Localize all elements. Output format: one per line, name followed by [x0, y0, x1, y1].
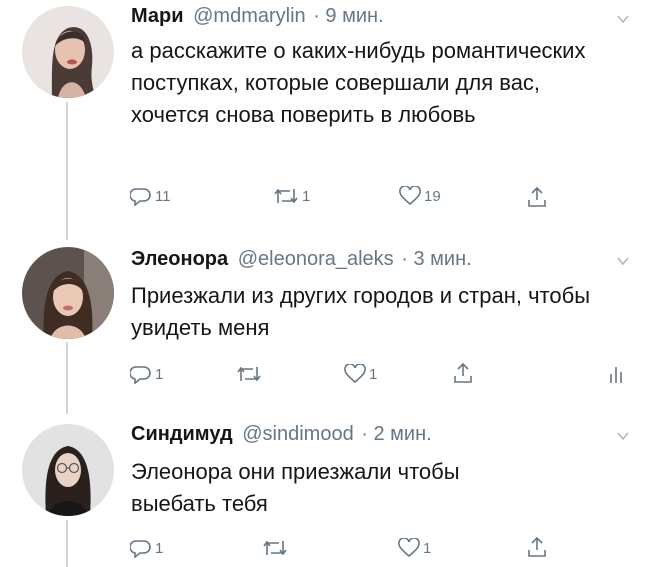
avatar[interactable]: [22, 247, 114, 339]
username[interactable]: @sindimood: [242, 423, 353, 445]
display-name[interactable]: Синдимуд: [131, 423, 233, 445]
reply-icon: [130, 366, 151, 384]
share-icon: [528, 536, 546, 557]
analytics-icon: [610, 367, 622, 383]
tweet-header: Элеонора @eleonora_aleks · 3 мин.: [131, 248, 472, 271]
reply-button[interactable]: 1: [130, 538, 163, 558]
tweet-header: Мари @mdmarylin · 9 мин.: [131, 5, 384, 28]
reply-button[interactable]: 1: [130, 364, 163, 384]
retweet-button[interactable]: [262, 538, 291, 558]
like-count: 1: [423, 539, 432, 557]
retweet-icon: [237, 366, 261, 382]
share-icon: [454, 362, 472, 383]
timestamp[interactable]: · 2 мин.: [361, 423, 431, 445]
like-button[interactable]: 1: [398, 538, 431, 558]
retweet-icon: [274, 188, 298, 204]
like-button[interactable]: 19: [399, 186, 441, 206]
thread-line: [66, 520, 68, 567]
retweet-button[interactable]: [236, 364, 265, 384]
chevron-down-icon[interactable]: [616, 429, 630, 443]
username[interactable]: @eleonora_aleks: [238, 248, 394, 270]
analytics-button[interactable]: [608, 364, 624, 384]
reply-icon: [130, 188, 151, 206]
display-name[interactable]: Элеонора: [131, 248, 228, 270]
retweet-button[interactable]: 1: [273, 186, 310, 206]
like-button[interactable]: 1: [344, 364, 377, 384]
avatar[interactable]: [22, 424, 114, 516]
tweet-header: Синдимуд @sindimood · 2 мин.: [131, 423, 432, 446]
heart-icon: [344, 364, 366, 384]
share-button[interactable]: [526, 186, 548, 208]
username[interactable]: @mdmarylin: [193, 5, 306, 27]
timestamp[interactable]: · 3 мин.: [401, 248, 471, 270]
thread-line: [66, 102, 68, 240]
tweet-text: а расскажите о каких-нибудь романтически…: [131, 38, 586, 127]
share-button[interactable]: [452, 362, 474, 384]
heart-icon: [398, 538, 420, 558]
reply-count: 11: [155, 187, 171, 205]
timestamp[interactable]: · 9 мин.: [313, 5, 383, 27]
reply-count: 1: [155, 365, 164, 383]
reply-button[interactable]: 11: [130, 186, 171, 206]
share-icon: [528, 186, 546, 207]
heart-icon: [399, 186, 421, 206]
retweet-icon: [263, 540, 287, 556]
retweet-count: 1: [302, 187, 311, 205]
chevron-down-icon[interactable]: [616, 254, 630, 268]
avatar[interactable]: [22, 6, 114, 98]
display-name[interactable]: Мари: [131, 5, 184, 27]
thread-line: [66, 342, 68, 414]
chevron-down-icon[interactable]: [616, 12, 630, 26]
tweet-text: Приезжали из других городов и стран, что…: [131, 283, 591, 340]
reply-count: 1: [155, 539, 164, 557]
like-count: 1: [369, 365, 378, 383]
reply-icon: [130, 540, 151, 558]
like-count: 19: [424, 187, 441, 205]
tweet-text: Элеонора они приезжали чтобы выебать теб…: [131, 459, 460, 516]
share-button[interactable]: [526, 536, 548, 558]
